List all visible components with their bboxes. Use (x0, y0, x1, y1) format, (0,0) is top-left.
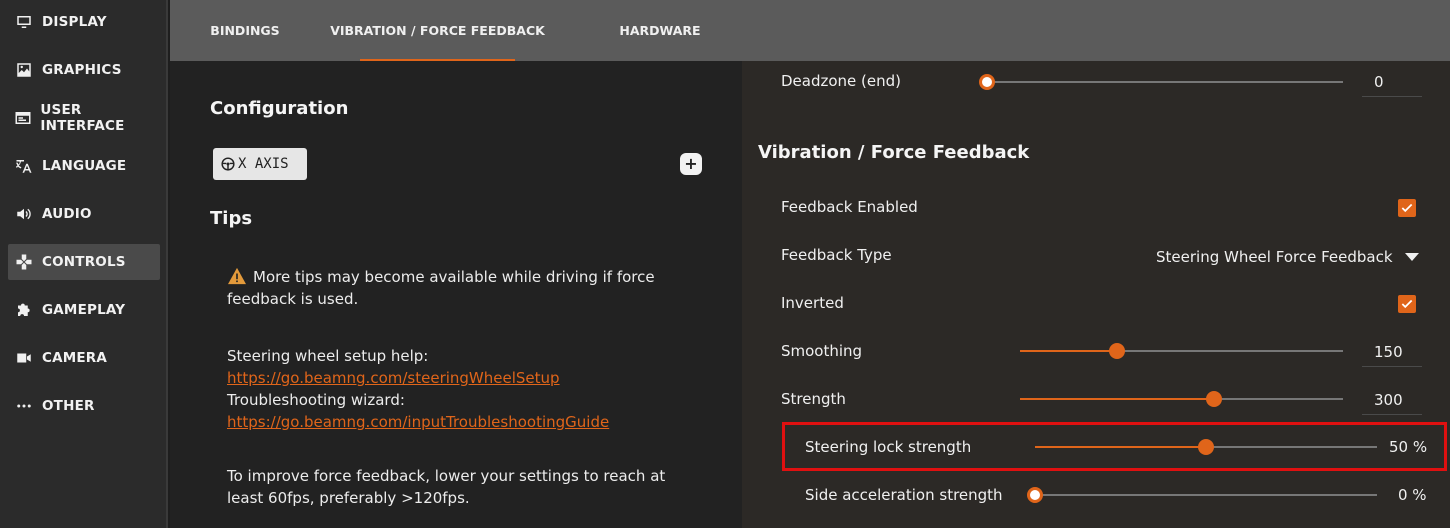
warning-icon (228, 267, 246, 285)
sidebar-item-label: CAMERA (42, 350, 108, 366)
feedback-type-value: Steering Wheel Force Feedback (1156, 248, 1393, 266)
smoothing-label: Smoothing (781, 342, 863, 360)
inverted-label: Inverted (781, 294, 844, 312)
strength-value-box[interactable]: 300 (1362, 381, 1422, 415)
tips-title: Tips (210, 208, 253, 229)
sidebar-item-other[interactable]: OTHER (8, 388, 160, 424)
highlight-box (782, 422, 1447, 471)
smoothing-value: 150 (1374, 343, 1403, 361)
camera-icon (14, 348, 34, 368)
sidebar-item-gameplay[interactable]: GAMEPLAY (8, 292, 160, 328)
deadzone-value-box[interactable]: 0 (1362, 63, 1422, 97)
chevron-down-icon (1404, 253, 1419, 261)
check-icon (1401, 299, 1413, 309)
section-title: Vibration / Force Feedback (758, 142, 1030, 163)
monitor-icon (14, 12, 34, 32)
settings-screen: DISPLAY GRAPHICS USER INTERFACE LANGUAGE… (0, 0, 1450, 528)
sidebar-item-camera[interactable]: CAMERA (8, 340, 160, 376)
sidebar-item-label: CONTROLS (42, 254, 126, 270)
sidebar-item-label: AUDIO (42, 206, 92, 222)
strength-value: 300 (1374, 391, 1403, 409)
sidebar-item-label: DISPLAY (42, 14, 107, 30)
side-accel-value: 0 % (1398, 486, 1427, 504)
translate-icon (14, 156, 34, 176)
deadzone-slider-thumb[interactable] (979, 74, 995, 90)
gamepad-icon (14, 252, 34, 272)
tab-bar: BINDINGS VIBRATION / FORCE FEEDBACK HARD… (170, 0, 1450, 61)
strength-slider[interactable] (1020, 391, 1343, 407)
strength-label: Strength (781, 390, 846, 408)
sidebar-item-label: OTHER (42, 398, 95, 414)
deadzone-slider[interactable] (979, 74, 1343, 90)
smoothing-slider-thumb[interactable] (1108, 343, 1125, 359)
tip-more-tips: More tips may become available while dri… (227, 266, 697, 310)
deadzone-value: 0 (1374, 73, 1384, 91)
left-panel: Configuration X AXIS + Tips More tips ma… (170, 61, 742, 528)
strength-slider-fill (1020, 398, 1214, 400)
sidebar-item-graphics[interactable]: GRAPHICS (8, 52, 160, 88)
dots-icon (14, 396, 34, 416)
steering-wheel-icon (221, 157, 235, 171)
sidebar-item-user-interface[interactable]: USER INTERFACE (8, 100, 160, 136)
feedback-type-dropdown[interactable]: Steering Wheel Force Feedback (1156, 248, 1419, 266)
setup-help-label: Steering wheel setup help: (227, 347, 429, 365)
image-icon (14, 60, 34, 80)
troubleshoot-link[interactable]: https://go.beamng.com/inputTroubleshooti… (227, 411, 609, 433)
check-icon (1401, 203, 1413, 213)
tip-more-tips-text: More tips may become available while dri… (227, 268, 655, 308)
tab-bindings[interactable]: BINDINGS (200, 0, 290, 61)
feedback-enabled-label: Feedback Enabled (781, 198, 918, 216)
smoothing-slider[interactable] (1020, 343, 1343, 359)
sidebar-item-label: USER INTERFACE (40, 102, 125, 134)
deadzone-label: Deadzone (end) (781, 72, 902, 90)
window-icon (14, 108, 32, 128)
sidebar-item-label: GRAPHICS (42, 62, 122, 78)
puzzle-icon (14, 300, 34, 320)
sidebar-item-audio[interactable]: AUDIO (8, 196, 160, 232)
tip-fps: To improve force feedback, lower your se… (227, 467, 666, 507)
side-accel-slider-thumb[interactable] (1027, 487, 1043, 503)
sidebar-item-language[interactable]: LANGUAGE (8, 148, 160, 184)
speaker-icon (14, 204, 34, 224)
axis-chip[interactable]: X AXIS (213, 148, 307, 180)
add-binding-button[interactable]: + (680, 153, 702, 175)
setup-help-link[interactable]: https://go.beamng.com/steeringWheelSetup (227, 367, 560, 389)
sidebar-item-controls[interactable]: CONTROLS (8, 244, 160, 280)
side-accel-slider[interactable] (1027, 487, 1377, 503)
smoothing-slider-fill (1020, 350, 1117, 352)
strength-slider-thumb[interactable] (1205, 391, 1222, 407)
sidebar-item-label: GAMEPLAY (42, 302, 126, 318)
sidebar-item-label: LANGUAGE (42, 158, 127, 174)
feedback-type-label: Feedback Type (781, 246, 892, 264)
feedback-enabled-checkbox[interactable] (1398, 199, 1416, 217)
smoothing-value-box[interactable]: 150 (1362, 333, 1422, 367)
side-accel-label: Side acceleration strength (805, 486, 1003, 504)
troubleshoot-label: Troubleshooting wizard: (227, 391, 405, 409)
configuration-title: Configuration (210, 98, 349, 119)
tab-hardware[interactable]: HARDWARE (610, 0, 710, 61)
sidebar: DISPLAY GRAPHICS USER INTERFACE LANGUAGE… (0, 0, 168, 528)
axis-chip-label: X AXIS (238, 156, 289, 172)
tab-vibration-force-feedback[interactable]: VIBRATION / FORCE FEEDBACK (330, 0, 545, 61)
inverted-checkbox[interactable] (1398, 295, 1416, 313)
sidebar-item-display[interactable]: DISPLAY (8, 4, 160, 40)
